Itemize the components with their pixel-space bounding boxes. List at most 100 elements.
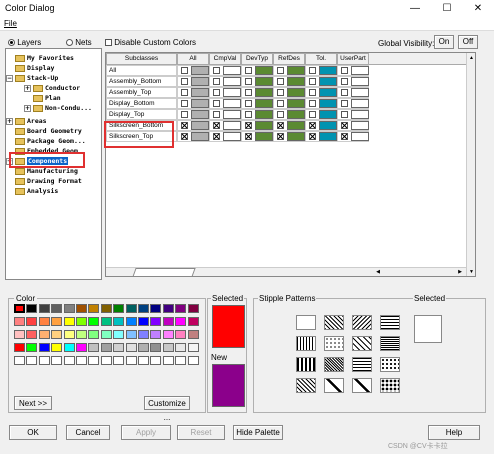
grid-cell[interactable]: [177, 120, 209, 131]
color-swatch[interactable]: [351, 99, 369, 108]
visibility-checkbox[interactable]: [213, 67, 220, 74]
subclass-row-label[interactable]: Assembly_Top: [106, 87, 177, 98]
grid-cell[interactable]: [337, 109, 369, 120]
tree-item-non-conductor[interactable]: + Non-Condu...: [24, 103, 92, 113]
palette-color-swatch[interactable]: [150, 330, 162, 339]
color-swatch[interactable]: [319, 77, 337, 86]
color-swatch[interactable]: [351, 77, 369, 86]
visibility-checkbox[interactable]: [245, 100, 252, 107]
color-swatch[interactable]: [319, 121, 337, 130]
stipple-pattern-swatch[interactable]: [352, 378, 372, 393]
grid-cell[interactable]: [273, 87, 305, 98]
close-button[interactable]: ✕: [463, 0, 493, 17]
subclass-row-label[interactable]: Display_Bottom: [106, 98, 177, 109]
scroll-left-arrow-icon[interactable]: ◀: [374, 269, 382, 276]
subclass-row-label[interactable]: Assembly_Bottom: [106, 76, 177, 87]
color-swatch[interactable]: [223, 88, 241, 97]
tree-item-plan[interactable]: Plan: [33, 93, 61, 103]
reset-button[interactable]: Reset: [177, 425, 225, 440]
apply-button[interactable]: Apply: [121, 425, 171, 440]
color-swatch[interactable]: [351, 110, 369, 119]
color-swatch[interactable]: [287, 110, 305, 119]
color-swatch[interactable]: [319, 66, 337, 75]
palette-color-swatch[interactable]: [88, 343, 100, 352]
palette-color-swatch[interactable]: [175, 330, 187, 339]
visibility-checkbox[interactable]: [181, 89, 188, 96]
palette-color-swatch[interactable]: [187, 343, 199, 352]
palette-color-swatch[interactable]: [51, 356, 63, 365]
ok-button[interactable]: OK: [9, 425, 57, 440]
visibility-checkbox[interactable]: [277, 100, 284, 107]
palette-color-swatch[interactable]: [38, 317, 50, 326]
palette-color-swatch[interactable]: [38, 330, 50, 339]
grid-cell[interactable]: [273, 65, 305, 76]
grid-cell[interactable]: [209, 87, 241, 98]
maximize-button[interactable]: ☐: [432, 0, 462, 17]
visibility-checkbox[interactable]: [341, 133, 348, 140]
visibility-checkbox[interactable]: [245, 89, 252, 96]
grid-cell[interactable]: [209, 120, 241, 131]
palette-color-swatch[interactable]: [63, 317, 75, 326]
visibility-checkbox[interactable]: [277, 78, 284, 85]
palette-color-swatch[interactable]: [100, 356, 112, 365]
palette-color-swatch[interactable]: [162, 330, 174, 339]
grid-cell[interactable]: [305, 65, 337, 76]
palette-color-swatch[interactable]: [113, 330, 125, 339]
cancel-button[interactable]: Cancel: [66, 425, 110, 440]
header-cmpval[interactable]: CmpVal: [209, 53, 241, 65]
grid-cell[interactable]: [305, 120, 337, 131]
grid-cell[interactable]: [337, 87, 369, 98]
color-swatch[interactable]: [255, 88, 273, 97]
visibility-checkbox[interactable]: [245, 122, 252, 129]
palette-color-swatch[interactable]: [76, 356, 87, 365]
global-off-button[interactable]: Off: [458, 35, 478, 49]
tree-item-conductor[interactable]: + Conductor: [24, 83, 80, 93]
grid-cell[interactable]: [337, 65, 369, 76]
visibility-checkbox[interactable]: [309, 100, 316, 107]
color-swatch[interactable]: [191, 99, 209, 108]
visibility-checkbox[interactable]: [181, 133, 188, 140]
subclass-row-label[interactable]: Display_Top: [106, 109, 177, 120]
palette-color-swatch[interactable]: [76, 304, 87, 313]
palette-color-swatch[interactable]: [138, 330, 149, 339]
palette-color-swatch[interactable]: [26, 356, 38, 365]
color-swatch[interactable]: [287, 132, 305, 141]
color-swatch[interactable]: [351, 132, 369, 141]
palette-color-swatch[interactable]: [113, 304, 125, 313]
palette-color-swatch[interactable]: [14, 317, 25, 326]
color-swatch[interactable]: [319, 99, 337, 108]
visibility-checkbox[interactable]: [341, 111, 348, 118]
color-swatch[interactable]: [287, 99, 305, 108]
stipple-pattern-swatch[interactable]: [296, 315, 316, 330]
palette-color-swatch[interactable]: [51, 330, 63, 339]
tree-item-package-geometry[interactable]: Package Geom...: [15, 136, 86, 146]
stipple-pattern-swatch[interactable]: [324, 315, 344, 330]
stipple-pattern-swatch[interactable]: [352, 315, 372, 330]
grid-cell[interactable]: [241, 109, 273, 120]
expand-icon[interactable]: +: [6, 117, 13, 125]
grid-cell[interactable]: [337, 76, 369, 87]
grid-cell[interactable]: [273, 109, 305, 120]
color-swatch[interactable]: [287, 88, 305, 97]
nets-radio[interactable]: Nets: [66, 38, 92, 47]
palette-color-swatch[interactable]: [100, 304, 112, 313]
scroll-up-arrow-icon[interactable]: ▲: [468, 54, 475, 62]
visibility-checkbox[interactable]: [181, 100, 188, 107]
visibility-checkbox[interactable]: [213, 78, 220, 85]
color-swatch[interactable]: [223, 110, 241, 119]
color-swatch[interactable]: [351, 66, 369, 75]
hide-palette-button[interactable]: Hide Palette: [233, 425, 283, 440]
color-swatch[interactable]: [223, 99, 241, 108]
tree-item-board-geometry[interactable]: Board Geometry: [15, 126, 82, 136]
visibility-checkbox[interactable]: [341, 122, 348, 129]
stipple-pattern-swatch[interactable]: [380, 336, 400, 351]
tree-item-stack-up[interactable]: − Stack-Up: [6, 73, 58, 83]
grid-cell[interactable]: [305, 131, 337, 142]
stipple-pattern-swatch[interactable]: [380, 357, 400, 372]
visibility-checkbox[interactable]: [181, 78, 188, 85]
palette-color-swatch[interactable]: [187, 317, 199, 326]
palette-color-swatch[interactable]: [125, 330, 137, 339]
tree-item-my-favorites[interactable]: My Favorites: [15, 53, 74, 63]
subclass-grid[interactable]: Subclasses All CmpVal DevTyp RefDes Tol.…: [105, 52, 476, 277]
header-tol[interactable]: Tol.: [305, 53, 337, 65]
